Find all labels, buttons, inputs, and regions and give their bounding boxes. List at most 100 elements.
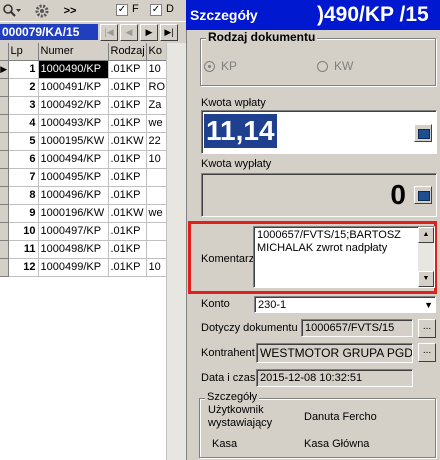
row-indicator[interactable] [0, 132, 9, 151]
record-id-field[interactable]: 000079/KA/15 [0, 24, 98, 40]
table-row[interactable]: 6 1000494/KP .01KP 10 [0, 150, 166, 169]
cell-rodzaj[interactable]: .01KP [108, 240, 147, 259]
cell-rodzaj[interactable]: .01KP [108, 168, 147, 187]
comment-textarea[interactable]: 1000657/FVTS/15;BARTOSZ MICHALAK zwrot n… [253, 226, 435, 288]
payment-out-field[interactable]: 0 [201, 173, 437, 217]
column-header[interactable]: Numer [38, 43, 109, 61]
radio-kp[interactable] [204, 61, 215, 72]
cell-lp[interactable]: 2 [8, 78, 39, 97]
cell-ko[interactable]: 10 [146, 258, 166, 277]
cell-ko[interactable]: Za [146, 96, 166, 115]
calculator-icon[interactable] [414, 124, 432, 142]
prev-record-button[interactable]: ◀ [120, 24, 138, 41]
table-row[interactable]: 9 1000196/KW .01KW we [0, 204, 166, 223]
cell-lp[interactable]: 6 [8, 150, 39, 169]
cell-lp[interactable]: 1 [8, 60, 39, 79]
contractor-browse-button[interactable]: ... [418, 343, 436, 362]
table-row[interactable]: 8 1000496/KP .01KP [0, 186, 166, 205]
contractor-field[interactable]: WESTMOTOR GRUPA PGD S [256, 343, 413, 363]
cell-numer[interactable]: 1000496/KP [38, 186, 109, 205]
cell-ko[interactable]: 10 [146, 60, 166, 79]
cell-rodzaj[interactable]: .01KP [108, 150, 147, 169]
radio-kw[interactable] [317, 61, 328, 72]
table-row[interactable]: ▶ 1 1000490/KP .01KP 10 [0, 60, 166, 79]
cell-lp[interactable]: 9 [8, 204, 39, 223]
cell-numer[interactable]: 1000492/KP [38, 96, 109, 115]
table-row[interactable]: 2 1000491/KP .01KP RO [0, 78, 166, 97]
scroll-down-icon[interactable]: ▼ [418, 271, 434, 287]
cell-rodzaj[interactable]: .01KP [108, 258, 147, 277]
cell-lp[interactable]: 11 [8, 240, 39, 259]
first-record-button[interactable]: |◀ [100, 24, 118, 41]
cell-ko[interactable]: we [146, 114, 166, 133]
comment-scrollbar[interactable]: ▲ ▼ [418, 227, 434, 287]
cell-rodzaj[interactable]: .01KP [108, 96, 147, 115]
related-document-field[interactable]: 1000657/FVTS/15 [301, 319, 413, 337]
column-header[interactable]: Lp [8, 43, 39, 61]
next-record-button[interactable]: ▶ [140, 24, 158, 41]
calculator-icon[interactable] [414, 186, 432, 204]
cell-ko[interactable] [146, 222, 166, 241]
filter-d-checkbox[interactable]: ✓ [150, 4, 162, 16]
cell-lp[interactable]: 3 [8, 96, 39, 115]
row-indicator[interactable] [0, 96, 9, 115]
payment-in-field[interactable]: 11,14 [201, 110, 437, 154]
row-indicator[interactable] [0, 240, 9, 259]
row-indicator[interactable] [0, 78, 9, 97]
cell-rodzaj[interactable]: .01KW [108, 204, 147, 223]
chevron-down-icon[interactable]: ▼ [424, 297, 433, 312]
table-row[interactable]: 12 1000499/KP .01KP 10 [0, 258, 166, 277]
filter-f-checkbox[interactable]: ✓ [116, 4, 128, 16]
row-indicator[interactable] [0, 150, 9, 169]
cell-rodzaj[interactable]: .01KP [108, 114, 147, 133]
cell-lp[interactable]: 7 [8, 168, 39, 187]
cell-rodzaj[interactable]: .01KP [108, 186, 147, 205]
last-record-button[interactable]: ▶| [160, 24, 178, 41]
cell-lp[interactable]: 8 [8, 186, 39, 205]
cell-numer[interactable]: 1000196/KW [38, 204, 109, 223]
cell-ko[interactable]: 10 [146, 150, 166, 169]
search-dropdown-icon[interactable] [2, 3, 21, 19]
account-select[interactable]: 230-1 ▼ [254, 296, 436, 313]
cell-rodzaj[interactable]: .01KW [108, 132, 147, 151]
cell-numer[interactable]: 1000195/KW [38, 132, 109, 151]
cell-lp[interactable]: 4 [8, 114, 39, 133]
cell-lp[interactable]: 10 [8, 222, 39, 241]
cell-rodzaj[interactable]: .01KP [108, 60, 147, 79]
row-indicator[interactable] [0, 114, 9, 133]
double-chevron-icon[interactable]: >> [60, 3, 80, 19]
table-row[interactable]: 10 1000497/KP .01KP [0, 222, 166, 241]
column-header[interactable]: Ko [146, 43, 166, 61]
cell-numer[interactable]: 1000495/KP [38, 168, 109, 187]
cell-ko[interactable]: we [146, 204, 166, 223]
grid-scrollbar[interactable] [166, 43, 186, 460]
row-indicator[interactable]: ▶ [0, 60, 9, 79]
row-indicator[interactable] [0, 186, 9, 205]
table-row[interactable]: 11 1000498/KP .01KP [0, 240, 166, 259]
row-indicator[interactable] [0, 168, 9, 187]
cell-ko[interactable]: RO [146, 78, 166, 97]
cell-numer[interactable]: 1000499/KP [38, 258, 109, 277]
cell-numer[interactable]: 1000493/KP [38, 114, 109, 133]
cell-rodzaj[interactable]: .01KP [108, 222, 147, 241]
cell-numer[interactable]: 1000490/KP [38, 60, 109, 79]
cell-numer[interactable]: 1000494/KP [38, 150, 109, 169]
cell-ko[interactable] [146, 168, 166, 187]
scroll-up-icon[interactable]: ▲ [418, 227, 434, 243]
row-indicator[interactable] [0, 258, 9, 277]
related-document-browse-button[interactable]: ... [418, 319, 436, 338]
cell-ko[interactable]: 22 [146, 132, 166, 151]
cell-lp[interactable]: 5 [8, 132, 39, 151]
table-row[interactable]: 3 1000492/KP .01KP Za [0, 96, 166, 115]
cell-lp[interactable]: 12 [8, 258, 39, 277]
cell-ko[interactable] [146, 186, 166, 205]
cell-rodzaj[interactable]: .01KP [108, 78, 147, 97]
column-header[interactable]: Rodzaj [108, 43, 147, 61]
cell-numer[interactable]: 1000498/KP [38, 240, 109, 259]
row-indicator[interactable] [0, 222, 9, 241]
table-row[interactable]: 7 1000495/KP .01KP [0, 168, 166, 187]
cell-numer[interactable]: 1000491/KP [38, 78, 109, 97]
cell-ko[interactable] [146, 240, 166, 259]
table-row[interactable]: 5 1000195/KW .01KW 22 [0, 132, 166, 151]
table-row[interactable]: 4 1000493/KP .01KP we [0, 114, 166, 133]
